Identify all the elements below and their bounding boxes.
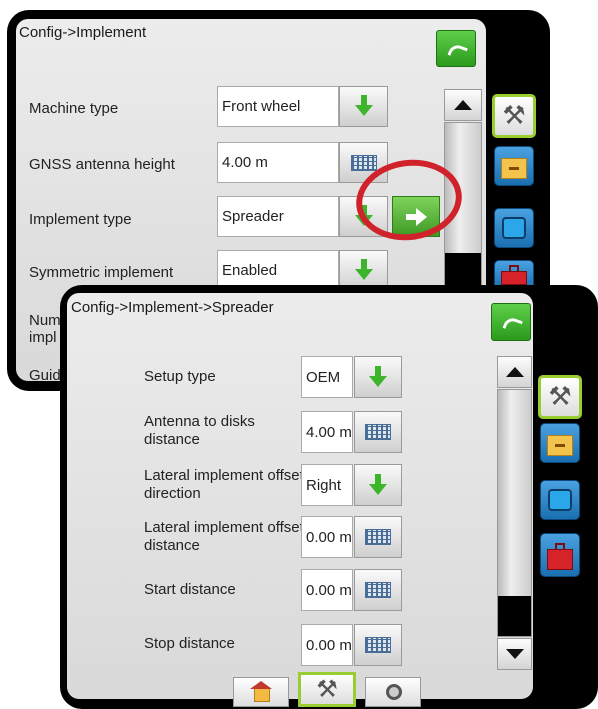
lateral-offset-distance-field[interactable]: 0.00 m <box>301 516 353 558</box>
scroll-down-button[interactable] <box>497 638 532 670</box>
home-tab[interactable] <box>233 677 289 707</box>
screen-icon <box>501 217 527 239</box>
start-distance-field[interactable]: 0.00 m <box>301 569 353 611</box>
back-arrow-icon <box>447 42 468 61</box>
back-button[interactable] <box>491 303 531 341</box>
camera-icon <box>386 684 402 700</box>
lateral-offset-distance-keypad-button[interactable] <box>354 516 402 558</box>
display-tab[interactable] <box>540 480 580 520</box>
spreader-config-screen: Config->Implement->Spreader Setup type O… <box>67 293 533 707</box>
data-tab[interactable] <box>494 146 534 186</box>
down-arrow-icon <box>354 259 373 280</box>
setup-type-label: Setup type <box>144 368 216 385</box>
implement-type-field[interactable]: Spreader <box>217 196 339 237</box>
keyboard-icon <box>365 529 391 545</box>
setup-type-dropdown-button[interactable] <box>354 356 402 398</box>
gnss-antenna-height-label: GNSS antenna height <box>29 156 175 173</box>
lateral-offset-direction-field[interactable]: Right <box>301 464 353 506</box>
gnss-antenna-height-field[interactable]: 4.00 m <box>217 142 339 183</box>
toolbox-icon <box>546 542 574 570</box>
implement-type-label: Implement type <box>29 211 132 228</box>
tools-icon: ⚒ <box>548 380 572 411</box>
down-arrow-icon <box>369 365 387 387</box>
lateral-offset-direction-dropdown-button[interactable] <box>354 464 402 506</box>
stop-distance-field[interactable]: 0.00 m <box>301 624 353 666</box>
machine-type-label: Machine type <box>29 100 119 117</box>
tools-icon: ⚒ <box>316 675 338 703</box>
folder-icon <box>546 435 574 457</box>
camera-tab[interactable] <box>365 677 421 707</box>
toolbox-tab[interactable] <box>540 533 580 577</box>
tools-tab[interactable]: ⚒ <box>298 672 356 707</box>
toolbox-icon <box>500 264 528 285</box>
keyboard-icon <box>365 424 391 440</box>
down-arrow-icon <box>354 95 373 116</box>
scroll-up-button[interactable] <box>444 89 482 121</box>
display-tab[interactable] <box>494 208 534 248</box>
scroll-up-button[interactable] <box>497 356 532 388</box>
scrollbar-thumb[interactable] <box>498 596 531 636</box>
keyboard-icon <box>365 582 391 598</box>
up-triangle-icon <box>505 367 524 377</box>
lateral-offset-distance-label: Lateral implement offset distance <box>144 519 304 554</box>
antenna-to-disks-distance-label: Antenna to disks distance <box>144 413 255 448</box>
keyboard-icon <box>350 154 377 171</box>
page-title: Config->Implement->Spreader <box>71 299 274 316</box>
guidance-label-partial: Guid <box>29 367 61 384</box>
keyboard-icon <box>365 637 391 653</box>
home-icon <box>254 688 270 702</box>
screen-icon <box>547 489 573 511</box>
folder-icon <box>500 158 528 180</box>
back-arrow-icon <box>502 315 523 334</box>
page-title: Config->Implement <box>19 24 147 41</box>
tools-tab[interactable]: ⚒ <box>538 375 582 419</box>
antenna-to-disks-distance-keypad-button[interactable] <box>354 411 402 453</box>
spreader-config-panel: Config->Implement->Spreader Setup type O… <box>60 285 598 709</box>
back-button[interactable] <box>436 30 476 67</box>
data-tab[interactable] <box>540 423 580 463</box>
stop-distance-keypad-button[interactable] <box>354 624 402 666</box>
number-label-partial: Num <box>29 312 61 329</box>
machine-type-dropdown-button[interactable] <box>339 86 388 127</box>
lateral-offset-direction-label: Lateral implement offset direction <box>144 467 304 502</box>
down-triangle-icon <box>505 649 524 659</box>
implement-label-partial: impl <box>29 329 57 346</box>
machine-type-field[interactable]: Front wheel <box>217 86 339 127</box>
scrollbar-track[interactable] <box>497 389 532 637</box>
start-distance-keypad-button[interactable] <box>354 569 402 611</box>
tools-icon: ⚒ <box>502 99 526 130</box>
tools-tab[interactable]: ⚒ <box>492 94 536 138</box>
setup-type-field[interactable]: OEM <box>301 356 353 398</box>
symmetric-implement-label: Symmetric implement <box>29 264 174 281</box>
stop-distance-label: Stop distance <box>144 635 235 652</box>
start-distance-label: Start distance <box>144 581 236 598</box>
up-triangle-icon <box>454 100 472 110</box>
down-arrow-icon <box>369 473 387 495</box>
antenna-to-disks-distance-field[interactable]: 4.00 m <box>301 411 353 453</box>
